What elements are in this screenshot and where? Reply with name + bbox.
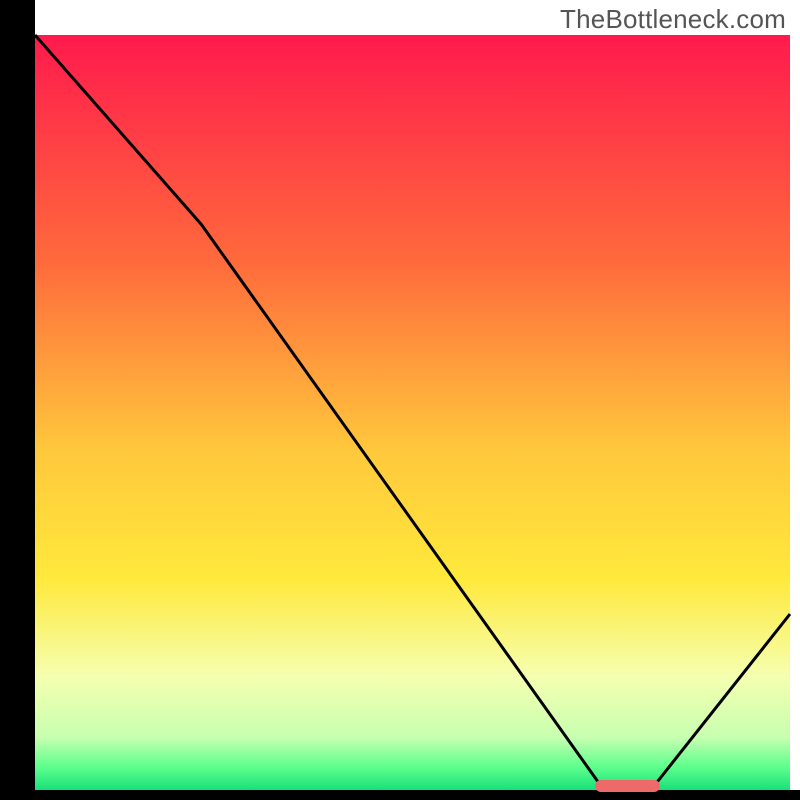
y-axis [0, 0, 35, 800]
chart-svg [0, 0, 800, 800]
plot-background [35, 35, 790, 790]
x-axis [0, 790, 800, 800]
watermark-text: TheBottleneck.com [560, 4, 786, 35]
chart-frame: TheBottleneck.com [0, 0, 800, 800]
